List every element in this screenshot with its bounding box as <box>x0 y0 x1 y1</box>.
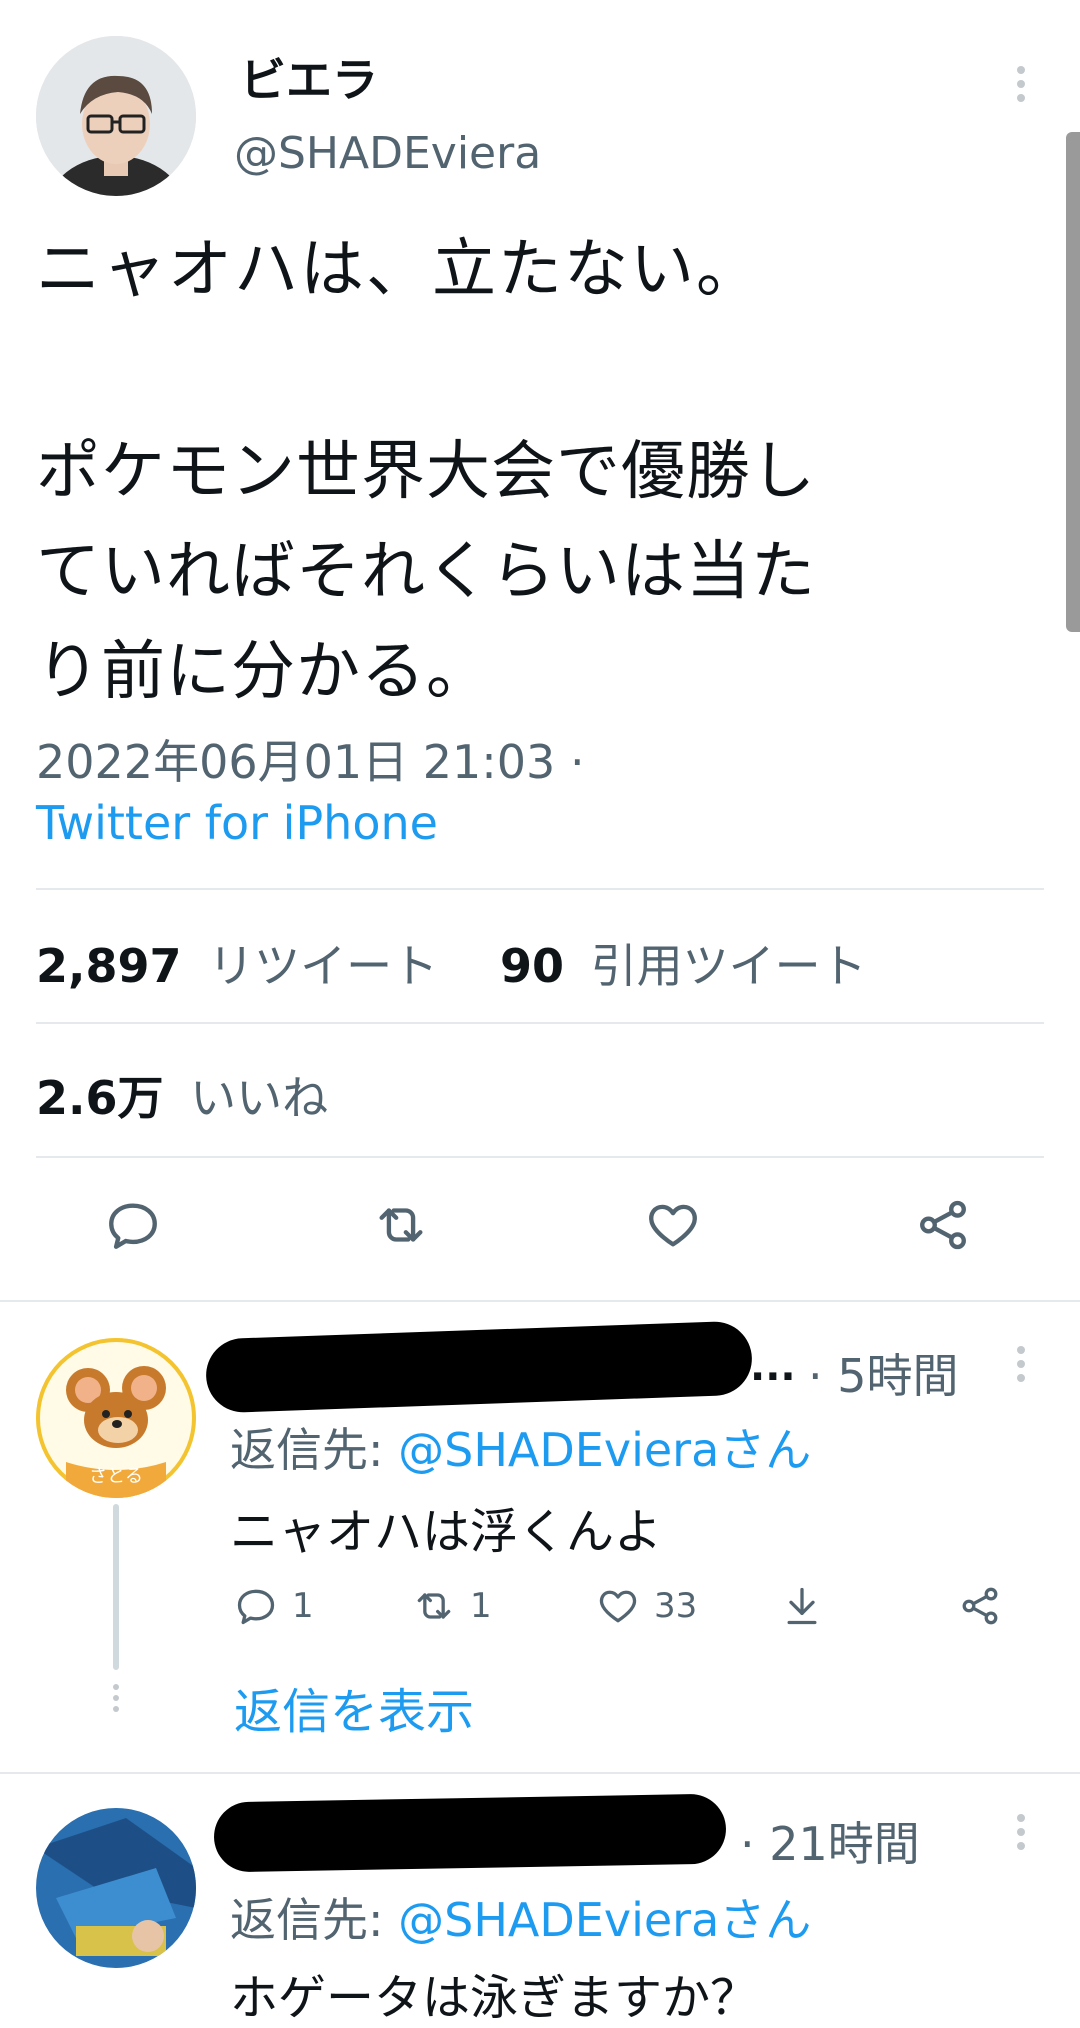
retweet-icon <box>379 1208 423 1242</box>
redacted-name <box>213 1793 727 1873</box>
quotes-count: 90 <box>500 939 565 993</box>
author-display-name[interactable]: ビエラ <box>240 44 378 110</box>
retweet-stats[interactable]: 2,897 リツイート <box>36 930 438 996</box>
reply-name-ellipsis: ... <box>750 1344 796 1390</box>
share-icon <box>920 1200 966 1250</box>
retweets-label: リツイート <box>208 939 439 993</box>
section-divider <box>0 1772 1080 1774</box>
divider <box>36 888 1044 890</box>
likes-label: いいね <box>190 1071 329 1125</box>
avatar-caption: さとる <box>89 1466 143 1487</box>
author-avatar[interactable] <box>36 36 196 196</box>
divider <box>36 1022 1044 1024</box>
reply-to-line: 返信先: @SHADEvieraさん <box>230 1414 811 1480</box>
tweet-text-line: り前に分かる。 <box>36 635 491 709</box>
reply-time[interactable]: · 21時間 <box>740 1808 920 1874</box>
scrollbar[interactable] <box>1066 132 1080 632</box>
share-button[interactable] <box>914 1196 972 1258</box>
tweet-timestamp[interactable]: 2022年06月01日 21:03 · <box>36 726 585 792</box>
tweet-source[interactable]: Twitter for iPhone <box>36 796 438 850</box>
likes-count: 2.6万 <box>36 1071 164 1125</box>
quote-stats[interactable]: 90 引用ツイート <box>500 930 867 996</box>
retweet-icon <box>417 1593 451 1619</box>
divider <box>36 1156 1044 1158</box>
tweet-text-line: ニャオハは、立たない。 <box>36 233 762 307</box>
retweet-button[interactable] <box>372 1196 430 1258</box>
author-avatar-image <box>36 36 196 196</box>
thread-line <box>113 1504 119 1670</box>
like-button[interactable] <box>644 1196 702 1258</box>
like-button[interactable]: 33 <box>596 1584 697 1628</box>
thread-more-dots <box>111 1684 121 1717</box>
redacted-name <box>204 1320 754 1414</box>
reply-avatar-image <box>36 1808 196 1968</box>
reply-count: 1 <box>292 1586 314 1626</box>
tweet-text-line: ポケモン世界大会で優勝し <box>36 435 816 509</box>
retweets-count: 2,897 <box>36 939 182 993</box>
share-icon <box>962 1587 998 1625</box>
share-button[interactable] <box>958 1584 1002 1632</box>
more-icon[interactable] <box>1016 1346 1026 1388</box>
author-handle[interactable]: @SHADEviera <box>234 128 541 179</box>
reply-to-prefix: 返信先: <box>230 1423 399 1477</box>
download-button[interactable] <box>780 1584 824 1632</box>
reply-time[interactable]: · 5時間 <box>808 1340 959 1406</box>
reply-button[interactable]: 1 <box>234 1584 314 1628</box>
retweet-count: 1 <box>470 1586 492 1626</box>
reply-to-prefix: 返信先: <box>230 1893 399 1947</box>
more-icon[interactable] <box>1016 1814 1026 1856</box>
reply-icon <box>109 1203 157 1249</box>
like-icon <box>649 1204 697 1247</box>
tweet-text-line: ていればそれくらいは当た <box>36 535 816 609</box>
reply-text: ホゲータは泳ぎますか？ <box>230 1970 759 2026</box>
reply-to-line: 返信先: @SHADEvieraさん <box>230 1884 811 1950</box>
like-count: 33 <box>654 1586 698 1626</box>
reply-text: ニャオハは浮くんよ <box>230 1504 663 1560</box>
reply-avatar[interactable] <box>36 1808 196 1968</box>
retweet-button[interactable]: 1 <box>412 1584 492 1628</box>
like-icon <box>599 1590 637 1623</box>
download-icon <box>787 1587 817 1625</box>
reply-to-handle[interactable]: @SHADEvieraさん <box>398 1893 811 1947</box>
quotes-label: 引用ツイート <box>590 939 867 993</box>
more-icon[interactable] <box>1016 66 1026 108</box>
reply-icon <box>237 1589 275 1625</box>
section-divider <box>0 1300 1080 1302</box>
reply-button[interactable] <box>104 1196 162 1258</box>
reply-to-handle[interactable]: @SHADEvieraさん <box>398 1423 811 1477</box>
like-stats[interactable]: 2.6万 いいね <box>36 1062 328 1128</box>
show-replies-link[interactable]: 返信を表示 <box>234 1672 474 1742</box>
reply-avatar[interactable]: さとる <box>36 1338 196 1498</box>
